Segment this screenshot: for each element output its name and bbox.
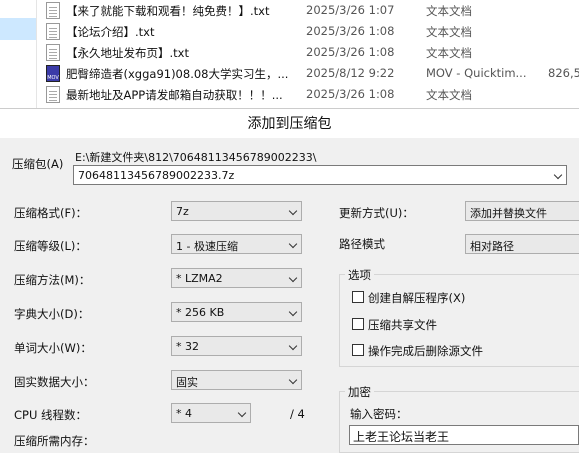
solid-size-value: 固实 xyxy=(176,376,198,389)
file-type: 文本文档 xyxy=(426,25,472,39)
cpu-threads-label: CPU 线程数： xyxy=(14,408,88,422)
word-size-select[interactable]: * 32 xyxy=(171,336,302,356)
file-type: 文本文档 xyxy=(426,4,472,18)
archive-path: E:\新建文件夹\812\70648113456789002233\ xyxy=(75,151,317,164)
memory-usage-label: 压缩所需内存： xyxy=(14,434,95,448)
file-row[interactable]: 【永久地址发布页】.txt 2025/3/26 1:08 文本文档 xyxy=(44,42,579,63)
chevron-down-icon xyxy=(288,341,298,351)
file-date: 2025/3/26 1:07 xyxy=(306,3,395,17)
file-type: 文本文档 xyxy=(426,88,472,102)
create-sfx-checkbox[interactable] xyxy=(352,291,364,303)
level-select[interactable]: 1 - 极速压缩 xyxy=(171,234,302,254)
update-mode-select[interactable]: 添加并替换文件 xyxy=(465,201,579,221)
chevron-down-icon xyxy=(288,239,298,249)
method-value: * LZMA2 xyxy=(176,272,223,285)
dialog-title: 添加到压缩包 xyxy=(0,108,579,139)
nav-selected-item[interactable] xyxy=(0,18,36,40)
archive-name-value: 70648113456789002233.7z xyxy=(78,169,235,182)
file-name: 肥臀缔造者(xgga91)08.08大学实习生，... xyxy=(66,67,289,81)
cpu-threads-select[interactable]: * 4 xyxy=(171,403,251,423)
chevron-down-icon xyxy=(288,273,298,283)
format-value: 7z xyxy=(176,205,189,218)
file-date: 2025/3/26 1:08 xyxy=(306,24,395,38)
file-name: 【来了就能下载和观看！纯免费！】.txt xyxy=(66,4,270,18)
file-row[interactable]: 【来了就能下载和观看！纯免费！】.txt 2025/3/26 1:07 文本文档 xyxy=(44,0,579,21)
file-row[interactable]: 肥臀缔造者(xgga91)08.08大学实习生，... 2025/8/12 9:… xyxy=(44,63,579,84)
update-mode-value: 添加并替换文件 xyxy=(470,207,547,220)
text-file-icon xyxy=(46,23,60,40)
create-sfx-label[interactable]: 创建自解压程序(X) xyxy=(368,290,465,306)
text-file-icon xyxy=(46,44,60,61)
path-mode-label: 路径模式 xyxy=(339,237,385,251)
level-label: 压缩等级(L)： xyxy=(14,239,87,253)
chevron-down-icon xyxy=(288,307,298,317)
file-date: 2025/8/12 9:22 xyxy=(306,66,395,80)
file-explorer: 【来了就能下载和观看！纯免费！】.txt 2025/3/26 1:07 文本文档… xyxy=(0,0,579,108)
file-size: 826,5 xyxy=(548,66,579,80)
compress-shared-label[interactable]: 压缩共享文件 xyxy=(368,317,437,333)
file-date: 2025/3/26 1:08 xyxy=(306,45,395,59)
solid-size-select[interactable]: 固实 xyxy=(171,370,302,390)
chevron-down-icon xyxy=(237,408,247,418)
cpu-threads-total: / 4 xyxy=(290,407,305,421)
file-row[interactable]: 最新地址及APP请发邮箱自动获取！！！... 2025/3/26 1:08 文本… xyxy=(44,84,579,105)
file-name: 【永久地址发布页】.txt xyxy=(66,46,189,60)
path-mode-select[interactable]: 相对路径 xyxy=(465,234,579,254)
text-file-icon xyxy=(46,2,60,19)
password-input[interactable]: 上老王论坛当老王 xyxy=(349,425,579,445)
path-mode-value: 相对路径 xyxy=(470,240,514,253)
password-value: 上老王论坛当老王 xyxy=(353,430,450,444)
password-label: 输入密码： xyxy=(350,407,408,421)
level-value: 1 - 极速压缩 xyxy=(176,240,238,253)
chevron-down-icon xyxy=(288,375,298,385)
delete-after-checkbox[interactable] xyxy=(352,344,364,356)
method-label: 压缩方法(M)： xyxy=(14,273,91,287)
navigation-pane[interactable] xyxy=(0,0,37,108)
compress-shared-checkbox[interactable] xyxy=(352,318,364,330)
file-row[interactable]: 【论坛介绍】.txt 2025/3/26 1:08 文本文档 xyxy=(44,21,579,42)
file-type: MOV - Quicktim... xyxy=(426,66,527,80)
dict-size-label: 字典大小(D)： xyxy=(14,307,90,321)
update-mode-label: 更新方式(U)： xyxy=(339,206,414,220)
archive-name-combo[interactable]: 70648113456789002233.7z xyxy=(73,165,567,185)
encryption-title: 加密 xyxy=(345,384,374,400)
video-file-icon xyxy=(46,65,60,82)
file-date: 2025/3/26 1:08 xyxy=(306,87,395,101)
add-to-archive-dialog: 压缩包(A) E:\新建文件夹\812\70648113456789002233… xyxy=(0,138,579,453)
delete-after-label[interactable]: 操作完成后删除源文件 xyxy=(368,343,483,359)
method-select[interactable]: * LZMA2 xyxy=(171,268,302,288)
text-file-icon xyxy=(46,86,60,103)
word-size-label: 单词大小(W)： xyxy=(14,341,92,355)
file-type: 文本文档 xyxy=(426,46,472,60)
file-name: 最新地址及APP请发邮箱自动获取！！！... xyxy=(66,88,283,102)
chevron-down-icon xyxy=(288,206,298,216)
archive-label: 压缩包(A) xyxy=(12,157,64,171)
options-title: 选项 xyxy=(345,267,374,283)
chevron-down-icon[interactable] xyxy=(553,170,563,180)
word-size-value: * 32 xyxy=(176,340,199,353)
format-select[interactable]: 7z xyxy=(171,201,302,221)
file-name: 【论坛介绍】.txt xyxy=(66,25,155,39)
format-label: 压缩格式(F)： xyxy=(14,206,88,220)
cpu-threads-value: * 4 xyxy=(176,407,192,420)
dict-size-value: * 256 KB xyxy=(176,306,225,319)
dict-size-select[interactable]: * 256 KB xyxy=(171,302,302,322)
solid-size-label: 固实数据大小： xyxy=(14,375,95,389)
